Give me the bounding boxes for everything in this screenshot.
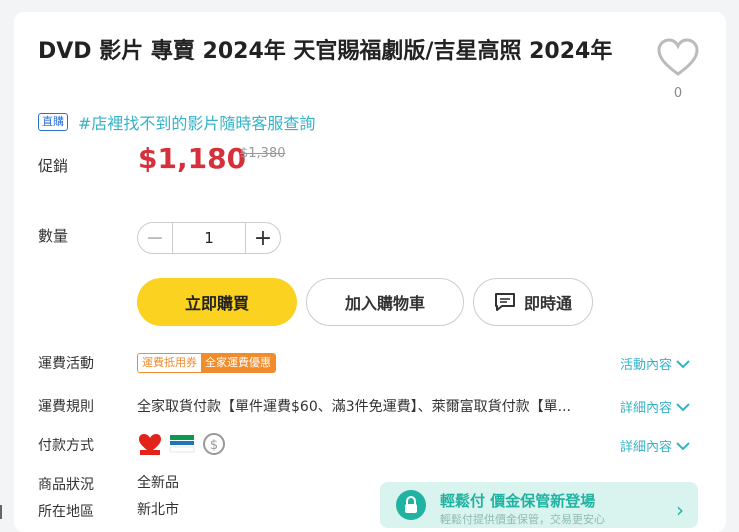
quantity-stepper: − 1 + <box>137 222 281 254</box>
lock-icon <box>396 490 426 520</box>
promo-hashtag-link[interactable]: #店裡找不到的影片隨時客服查詢 <box>78 110 315 134</box>
original-price: $1,380 <box>240 146 286 161</box>
shipping-rules-label: 運費規則 <box>38 399 94 415</box>
heart-icon <box>657 38 699 76</box>
chat-button[interactable]: 即時通 <box>473 278 593 326</box>
payment-link-label: 詳細內容 <box>620 440 673 455</box>
price-label: 促銷 <box>38 157 69 175</box>
shipping-rules-link[interactable]: 詳細內容 <box>620 397 690 416</box>
location-label: 所在地區 <box>38 504 94 520</box>
easy-pay-text: 輕鬆付 價金保管新登場 輕鬆付提供價金保管，交易更安心 <box>440 490 605 527</box>
buy-now-button[interactable]: 立即購買 <box>137 278 297 326</box>
shipping-coupon-badge: 運費抵用券 全家運費優惠 <box>137 353 276 373</box>
easy-pay-title: 輕鬆付 價金保管新登場 <box>440 492 596 510</box>
shipping-promo-link[interactable]: 活動內容 <box>620 354 690 373</box>
payment-icons: $ <box>137 432 233 456</box>
quantity-minus-button[interactable]: − <box>138 223 172 253</box>
familymart-icon <box>169 435 195 453</box>
payment-link[interactable]: 詳細內容 <box>620 436 690 455</box>
quantity-plus-button[interactable]: + <box>246 223 280 253</box>
add-to-cart-button[interactable]: 加入購物車 <box>306 278 464 326</box>
condition-label: 商品狀況 <box>38 477 94 493</box>
condition-value: 全新品 <box>137 475 179 491</box>
coupon-familymart-label: 全家運費優惠 <box>201 354 275 372</box>
favorite-count: 0 <box>673 86 683 101</box>
chevron-down-icon <box>676 402 690 411</box>
shipping-promo-link-label: 活動內容 <box>620 358 673 373</box>
favorite-button[interactable]: 0 <box>655 38 701 101</box>
chat-icon <box>494 293 515 311</box>
chevron-down-icon <box>676 441 690 450</box>
quantity-input[interactable]: 1 <box>172 223 246 253</box>
page-edge-mark <box>0 505 7 519</box>
product-title: DVD 影片 專賣 2024年 天官賜福劇版/吉星高照 2024年 <box>38 39 613 64</box>
chat-button-label: 即時通 <box>523 294 572 313</box>
location-value: 新北市 <box>137 502 179 518</box>
hilife-icon <box>139 434 161 455</box>
promo-row: 直購 #店裡找不到的影片隨時客服查詢 <box>38 110 315 134</box>
shipping-promo-label: 運費活動 <box>38 356 94 372</box>
easy-pay-banner[interactable]: 輕鬆付 價金保管新登場 輕鬆付提供價金保管，交易更安心 › <box>380 482 698 528</box>
svg-text:$: $ <box>210 438 218 453</box>
chevron-right-icon: › <box>676 498 684 522</box>
shipping-rules-value: 全家取貨付款【單件運費$60、滿3件免運費】、萊爾富取貨付款【單... <box>137 399 571 415</box>
shipping-rules-link-label: 詳細內容 <box>620 401 673 416</box>
coupon-label: 運費抵用券 <box>138 354 201 372</box>
dollar-icon: $ <box>203 433 225 455</box>
direct-buy-badge: 直購 <box>38 113 68 131</box>
chevron-down-icon <box>676 359 690 368</box>
current-price: $1,180 <box>138 142 247 175</box>
easy-pay-subtitle: 輕鬆付提供價金保管，交易更安心 <box>440 513 605 526</box>
quantity-label: 數量 <box>38 227 69 245</box>
payment-label: 付款方式 <box>38 438 94 454</box>
